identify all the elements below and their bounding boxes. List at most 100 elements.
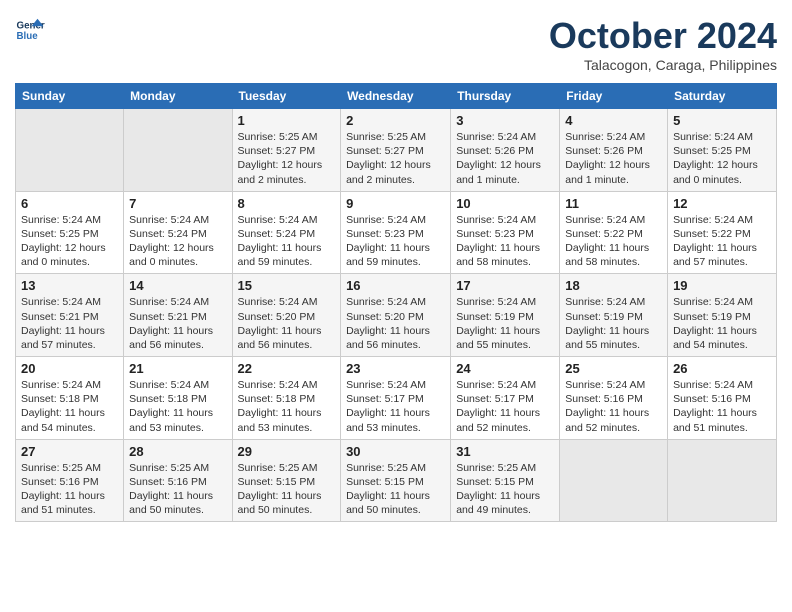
day-number: 17 bbox=[456, 278, 554, 293]
calendar-week-3: 13 Sunrise: 5:24 AM Sunset: 5:21 PM Dayli… bbox=[16, 274, 777, 357]
weekday-header-wednesday: Wednesday bbox=[341, 84, 451, 109]
month-title: October 2024 bbox=[549, 15, 777, 57]
weekday-header-friday: Friday bbox=[560, 84, 668, 109]
calendar-cell: 15 Sunrise: 5:24 AM Sunset: 5:20 PM Dayli… bbox=[232, 274, 341, 357]
day-number: 31 bbox=[456, 444, 554, 459]
day-number: 15 bbox=[238, 278, 336, 293]
calendar-cell: 3 Sunrise: 5:24 AM Sunset: 5:26 PM Daylig… bbox=[451, 109, 560, 192]
calendar-cell: 6 Sunrise: 5:24 AM Sunset: 5:25 PM Daylig… bbox=[16, 191, 124, 274]
day-info: Sunrise: 5:24 AM Sunset: 5:19 PM Dayligh… bbox=[565, 295, 662, 352]
day-number: 9 bbox=[346, 196, 445, 211]
calendar-cell: 10Sunrise: 5:24 AM Sunset: 5:23 PM Dayli… bbox=[451, 191, 560, 274]
day-number: 4 bbox=[565, 113, 662, 128]
calendar-cell: 7 Sunrise: 5:24 AM Sunset: 5:24 PM Daylig… bbox=[124, 191, 232, 274]
logo-icon: General Blue bbox=[15, 15, 45, 45]
logo: General Blue bbox=[15, 15, 45, 45]
weekday-row: SundayMondayTuesdayWednesdayThursdayFrid… bbox=[16, 84, 777, 109]
day-number: 22 bbox=[238, 361, 336, 376]
calendar-week-1: 1 Sunrise: 5:25 AM Sunset: 5:27 PM Daylig… bbox=[16, 109, 777, 192]
day-number: 2 bbox=[346, 113, 445, 128]
calendar-cell: 16Sunrise: 5:24 AM Sunset: 5:20 PM Dayli… bbox=[341, 274, 451, 357]
calendar-cell: 28Sunrise: 5:25 AM Sunset: 5:16 PM Dayli… bbox=[124, 439, 232, 522]
day-number: 6 bbox=[21, 196, 118, 211]
day-number: 13 bbox=[21, 278, 118, 293]
day-number: 8 bbox=[238, 196, 336, 211]
day-info: Sunrise: 5:24 AM Sunset: 5:16 PM Dayligh… bbox=[565, 378, 662, 435]
day-number: 29 bbox=[238, 444, 336, 459]
calendar-cell: 18Sunrise: 5:24 AM Sunset: 5:19 PM Dayli… bbox=[560, 274, 668, 357]
day-info: Sunrise: 5:25 AM Sunset: 5:16 PM Dayligh… bbox=[21, 461, 118, 518]
calendar-cell: 17Sunrise: 5:24 AM Sunset: 5:19 PM Dayli… bbox=[451, 274, 560, 357]
calendar-cell: 26 Sunrise: 5:24 AM Sunset: 5:16 PM Dayli… bbox=[668, 357, 777, 440]
day-info: Sunrise: 5:24 AM Sunset: 5:22 PM Dayligh… bbox=[565, 213, 662, 270]
page-header: General Blue October 2024 Talacogon, Car… bbox=[15, 15, 777, 73]
day-number: 21 bbox=[129, 361, 226, 376]
calendar-cell: 20Sunrise: 5:24 AM Sunset: 5:18 PM Dayli… bbox=[16, 357, 124, 440]
day-number: 26 bbox=[673, 361, 771, 376]
day-number: 1 bbox=[238, 113, 336, 128]
day-number: 19 bbox=[673, 278, 771, 293]
day-info: Sunrise: 5:25 AM Sunset: 5:15 PM Dayligh… bbox=[238, 461, 336, 518]
day-info: Sunrise: 5:25 AM Sunset: 5:27 PM Dayligh… bbox=[238, 130, 336, 187]
day-info: Sunrise: 5:24 AM Sunset: 5:26 PM Dayligh… bbox=[565, 130, 662, 187]
calendar-table: SundayMondayTuesdayWednesdayThursdayFrid… bbox=[15, 83, 777, 522]
calendar-cell bbox=[668, 439, 777, 522]
day-info: Sunrise: 5:24 AM Sunset: 5:16 PM Dayligh… bbox=[673, 378, 771, 435]
calendar-cell: 8 Sunrise: 5:24 AM Sunset: 5:24 PM Daylig… bbox=[232, 191, 341, 274]
day-info: Sunrise: 5:24 AM Sunset: 5:20 PM Dayligh… bbox=[346, 295, 445, 352]
calendar-week-4: 20Sunrise: 5:24 AM Sunset: 5:18 PM Dayli… bbox=[16, 357, 777, 440]
calendar-cell: 23 Sunrise: 5:24 AM Sunset: 5:17 PM Dayli… bbox=[341, 357, 451, 440]
calendar-week-5: 27 Sunrise: 5:25 AM Sunset: 5:16 PM Dayli… bbox=[16, 439, 777, 522]
day-number: 24 bbox=[456, 361, 554, 376]
calendar-cell: 24Sunrise: 5:24 AM Sunset: 5:17 PM Dayli… bbox=[451, 357, 560, 440]
location-subtitle: Talacogon, Caraga, Philippines bbox=[549, 57, 777, 73]
day-info: Sunrise: 5:24 AM Sunset: 5:24 PM Dayligh… bbox=[129, 213, 226, 270]
day-number: 25 bbox=[565, 361, 662, 376]
weekday-header-tuesday: Tuesday bbox=[232, 84, 341, 109]
calendar-header: SundayMondayTuesdayWednesdayThursdayFrid… bbox=[16, 84, 777, 109]
calendar-cell: 30Sunrise: 5:25 AM Sunset: 5:15 PM Dayli… bbox=[341, 439, 451, 522]
day-number: 10 bbox=[456, 196, 554, 211]
calendar-cell: 29 Sunrise: 5:25 AM Sunset: 5:15 PM Dayli… bbox=[232, 439, 341, 522]
day-number: 27 bbox=[21, 444, 118, 459]
day-info: Sunrise: 5:25 AM Sunset: 5:27 PM Dayligh… bbox=[346, 130, 445, 187]
day-info: Sunrise: 5:24 AM Sunset: 5:20 PM Dayligh… bbox=[238, 295, 336, 352]
calendar-cell: 25 Sunrise: 5:24 AM Sunset: 5:16 PM Dayli… bbox=[560, 357, 668, 440]
day-number: 12 bbox=[673, 196, 771, 211]
calendar-cell: 12Sunrise: 5:24 AM Sunset: 5:22 PM Dayli… bbox=[668, 191, 777, 274]
calendar-week-2: 6 Sunrise: 5:24 AM Sunset: 5:25 PM Daylig… bbox=[16, 191, 777, 274]
calendar-cell: 13Sunrise: 5:24 AM Sunset: 5:21 PM Dayli… bbox=[16, 274, 124, 357]
day-info: Sunrise: 5:24 AM Sunset: 5:18 PM Dayligh… bbox=[129, 378, 226, 435]
title-block: October 2024 Talacogon, Caraga, Philippi… bbox=[549, 15, 777, 73]
calendar-cell: 22Sunrise: 5:24 AM Sunset: 5:18 PM Dayli… bbox=[232, 357, 341, 440]
day-number: 14 bbox=[129, 278, 226, 293]
day-info: Sunrise: 5:24 AM Sunset: 5:23 PM Dayligh… bbox=[346, 213, 445, 270]
calendar-cell: 27 Sunrise: 5:25 AM Sunset: 5:16 PM Dayli… bbox=[16, 439, 124, 522]
day-info: Sunrise: 5:24 AM Sunset: 5:17 PM Dayligh… bbox=[346, 378, 445, 435]
day-info: Sunrise: 5:24 AM Sunset: 5:24 PM Dayligh… bbox=[238, 213, 336, 270]
day-info: Sunrise: 5:24 AM Sunset: 5:26 PM Dayligh… bbox=[456, 130, 554, 187]
day-info: Sunrise: 5:24 AM Sunset: 5:25 PM Dayligh… bbox=[673, 130, 771, 187]
day-number: 7 bbox=[129, 196, 226, 211]
calendar-cell: 21 Sunrise: 5:24 AM Sunset: 5:18 PM Dayli… bbox=[124, 357, 232, 440]
day-info: Sunrise: 5:24 AM Sunset: 5:21 PM Dayligh… bbox=[129, 295, 226, 352]
calendar-cell: 5Sunrise: 5:24 AM Sunset: 5:25 PM Daylig… bbox=[668, 109, 777, 192]
calendar-cell: 19 Sunrise: 5:24 AM Sunset: 5:19 PM Dayli… bbox=[668, 274, 777, 357]
calendar-cell bbox=[560, 439, 668, 522]
day-number: 23 bbox=[346, 361, 445, 376]
day-number: 30 bbox=[346, 444, 445, 459]
calendar-cell: 14 Sunrise: 5:24 AM Sunset: 5:21 PM Dayli… bbox=[124, 274, 232, 357]
calendar-cell: 1 Sunrise: 5:25 AM Sunset: 5:27 PM Daylig… bbox=[232, 109, 341, 192]
day-number: 3 bbox=[456, 113, 554, 128]
weekday-header-sunday: Sunday bbox=[16, 84, 124, 109]
calendar-cell bbox=[16, 109, 124, 192]
day-info: Sunrise: 5:24 AM Sunset: 5:25 PM Dayligh… bbox=[21, 213, 118, 270]
weekday-header-monday: Monday bbox=[124, 84, 232, 109]
calendar-cell: 11Sunrise: 5:24 AM Sunset: 5:22 PM Dayli… bbox=[560, 191, 668, 274]
day-info: Sunrise: 5:25 AM Sunset: 5:15 PM Dayligh… bbox=[456, 461, 554, 518]
calendar-cell: 31 Sunrise: 5:25 AM Sunset: 5:15 PM Dayli… bbox=[451, 439, 560, 522]
day-info: Sunrise: 5:24 AM Sunset: 5:19 PM Dayligh… bbox=[673, 295, 771, 352]
weekday-header-thursday: Thursday bbox=[451, 84, 560, 109]
day-info: Sunrise: 5:24 AM Sunset: 5:18 PM Dayligh… bbox=[21, 378, 118, 435]
day-info: Sunrise: 5:25 AM Sunset: 5:16 PM Dayligh… bbox=[129, 461, 226, 518]
